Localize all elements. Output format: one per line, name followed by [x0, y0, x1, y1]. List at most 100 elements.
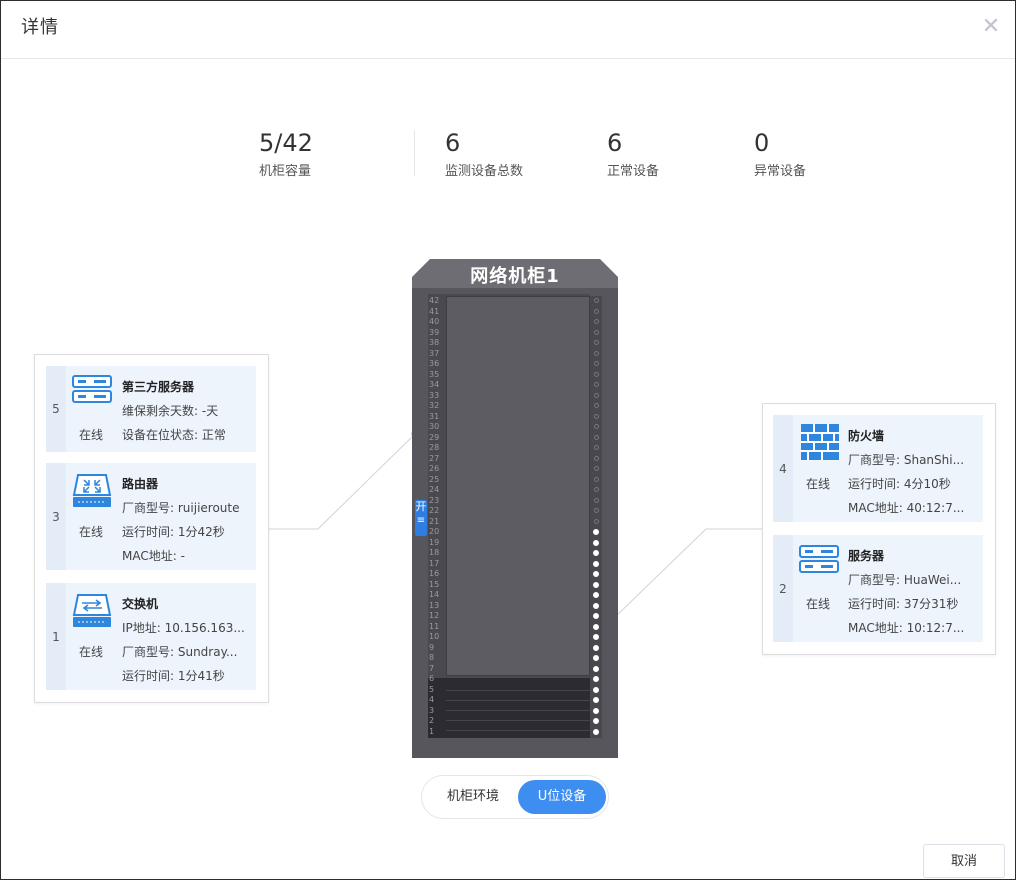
u-slot-indicator [593, 602, 599, 609]
u-slot-indicator [593, 529, 599, 535]
stat-cabinet-capacity: 5/42 机柜容量 [259, 128, 313, 179]
device-info-line: 厂商型号: ShanShi... [848, 453, 965, 467]
slot-divider [446, 730, 590, 731]
stat-label: 机柜容量 [259, 164, 312, 179]
device-index: 2 [773, 535, 793, 642]
u-slot-indicator [594, 403, 599, 408]
router-icon [72, 474, 112, 507]
u-number: 36 [429, 359, 440, 368]
list-icon: ≡ [416, 515, 426, 526]
device-card[interactable]: 4 防火墙 在线 厂商型号: ShanShi... 运行时间: 4分10秒 MA… [773, 415, 983, 522]
u-slot-indicator [594, 424, 599, 429]
slot-divider [446, 700, 590, 701]
u-number: 14 [429, 590, 440, 599]
cancel-button[interactable]: 取消 [923, 844, 1005, 878]
u-number: 5 [429, 684, 435, 694]
u-slot-indicator [594, 434, 599, 440]
u-slot-indicator [594, 350, 599, 356]
toggle-cabinet-environment[interactable]: 机柜环境 [428, 780, 518, 814]
u-number: 37 [429, 348, 440, 358]
device-status: 在线 [79, 645, 104, 659]
stat-label: 正常设备 [607, 164, 660, 179]
u-number: 39 [429, 327, 440, 337]
device-name: 第三方服务器 [122, 380, 195, 394]
u-number: 28 [429, 443, 440, 452]
device-info-line: 运行时间: 37分31秒 [848, 597, 959, 611]
u-number: 17 [429, 558, 440, 568]
u-number: 21 [429, 516, 440, 526]
u-number: 34 [429, 380, 440, 389]
device-info-line: 运行时间: 4分10秒 [848, 477, 951, 491]
u-number: 15 [429, 579, 440, 589]
device-name: 防火墙 [848, 429, 885, 443]
u-number: 35 [429, 369, 440, 379]
stat-value: 6 [607, 129, 623, 157]
u-slot-indicator [594, 371, 599, 377]
server-icon [72, 375, 112, 403]
stat-monitored-total: 6 监测设备总数 [445, 128, 523, 179]
u-number: 3 [429, 705, 435, 715]
u-slot-indicator [594, 308, 599, 314]
u-slot-indicator [593, 728, 599, 735]
u-number: 33 [429, 390, 440, 400]
device-card[interactable]: 2 服务器 在线 厂商型号: HuaWei... 运行时间: 37分31秒 MA… [773, 535, 983, 642]
u-slot-indicator [594, 445, 599, 450]
u-slot-indicator [593, 592, 599, 598]
device-index: 4 [773, 415, 793, 522]
slot-divider [446, 720, 590, 721]
device-card[interactable]: 5 第三方服务器 在线 维保剩余天数: -天 设备在位状态: 正常 [46, 366, 256, 452]
device-name: 交换机 [122, 597, 159, 611]
device-card[interactable]: 1 交换机 在线 IP地址: 10.156.163... 厂商型号: Sundr… [46, 583, 256, 690]
u-number: 32 [429, 401, 440, 410]
open-label: 开 [415, 500, 427, 513]
u-number: 20 [429, 527, 440, 536]
u-slot-indicator [594, 466, 599, 471]
dialog-header: 详情 ✕ [1, 1, 1015, 59]
u-slot-indicator [594, 361, 599, 366]
device-info-line: MAC地址: - [122, 549, 185, 563]
u-number: 38 [429, 338, 440, 347]
u-slot-indicator [593, 697, 599, 703]
view-toggle: 机柜环境 U位设备 [421, 775, 609, 819]
u-slot-indicator [593, 550, 599, 556]
u-slot-indicator [594, 329, 599, 335]
u-number: 7 [429, 663, 435, 673]
device-index: 1 [46, 583, 66, 690]
u-slot-indicator [594, 298, 599, 303]
u-number: 9 [429, 642, 435, 652]
toggle-u-position-devices[interactable]: U位设备 [518, 780, 606, 814]
u-number: 30 [429, 422, 440, 431]
u-slot-indicator [593, 707, 599, 714]
device-name: 服务器 [848, 549, 885, 563]
u-slot-indicator [593, 686, 599, 693]
cabinet-open-button[interactable]: 开 ≡ [415, 500, 427, 536]
u-number: 1 [429, 726, 435, 736]
cabinet-name: 网络机柜1 [470, 266, 560, 287]
device-info-line: IP地址: 10.156.163... [122, 621, 245, 635]
u-slot-indicator [593, 581, 599, 588]
u-slot-indicator [594, 340, 599, 345]
stat-label: 监测设备总数 [445, 164, 524, 179]
device-card[interactable]: 3 路由器 在线 厂商型号: ruijieroute 运行时间: 1分42秒 M… [46, 463, 256, 570]
u-slot-indicator [594, 476, 599, 482]
u-slot-indicator [594, 518, 599, 524]
stat-normal-devices: 6 正常设备 [607, 128, 659, 179]
u-slot-indicator [594, 487, 599, 492]
stat-value: 0 [754, 129, 770, 157]
slot-divider [446, 690, 590, 691]
u-number: 19 [429, 537, 440, 547]
u-number: 29 [429, 432, 440, 442]
u-slot-indicator [593, 634, 599, 640]
device-index: 5 [46, 366, 66, 452]
u-slot-indicator [594, 319, 599, 324]
u-slot-indicator [593, 718, 599, 724]
u-number: 27 [429, 453, 440, 463]
u-number: 13 [429, 600, 440, 610]
close-icon[interactable]: ✕ [979, 15, 1003, 39]
u-number: 41 [429, 306, 440, 316]
device-info-line: MAC地址: 10:12:7... [848, 621, 965, 635]
device-status: 在线 [79, 428, 104, 442]
u-number: 31 [429, 411, 440, 421]
device-info-line: 厂商型号: ruijieroute [122, 501, 240, 515]
u-number: 24 [429, 485, 440, 494]
